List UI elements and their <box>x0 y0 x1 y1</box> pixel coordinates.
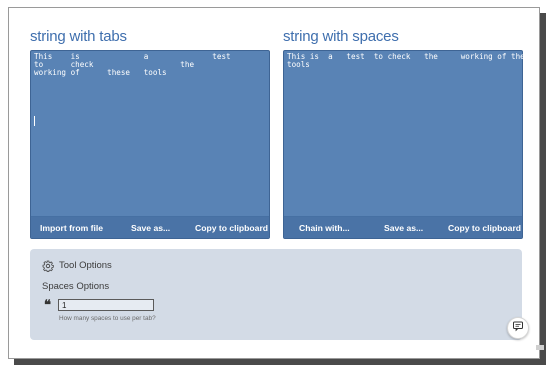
import-from-file-button[interactable]: Import from file <box>40 223 103 233</box>
output-textarea[interactable]: This is a test to check the working of t… <box>283 50 534 239</box>
chat-button[interactable] <box>507 317 529 339</box>
input-panel-title: string with tabs <box>30 28 127 45</box>
spaces-options-label: Spaces Options <box>42 281 110 292</box>
output-panel-title: string with spaces <box>283 28 399 45</box>
tool-options-title: Tool Options <box>59 260 112 271</box>
text-caret <box>34 116 35 126</box>
copy-to-clipboard-button[interactable]: Copy to clipboard <box>195 223 268 233</box>
scroll-indicator <box>536 345 544 350</box>
spaces-help-text: How many spaces to use per tab? <box>59 315 156 322</box>
input-textarea[interactable]: This is a test to check the working of t… <box>30 50 270 239</box>
output-action-bar: Chain with... Save as... Copy to clipboa… <box>284 216 522 238</box>
chain-with-button[interactable]: Chain with... <box>299 223 350 233</box>
output-copy-to-clipboard-button[interactable]: Copy to clipboard <box>448 223 521 233</box>
app-window: string with tabs string with spaces This… <box>8 7 540 359</box>
tool-options-panel: Tool Options Spaces Options ❝ How many s… <box>30 249 522 340</box>
output-save-as-button[interactable]: Save as... <box>384 223 423 233</box>
gear-icon <box>42 259 54 273</box>
input-text[interactable]: This is a test to check the working of t… <box>34 53 266 214</box>
chat-icon <box>512 319 524 337</box>
output-text[interactable]: This is a test to check the working of t… <box>287 53 534 214</box>
save-as-button[interactable]: Save as... <box>131 223 170 233</box>
input-action-bar: Import from file Save as... Copy to clip… <box>31 216 269 238</box>
quote-icon: ❝ <box>44 297 51 312</box>
spaces-per-tab-input[interactable] <box>58 299 154 311</box>
